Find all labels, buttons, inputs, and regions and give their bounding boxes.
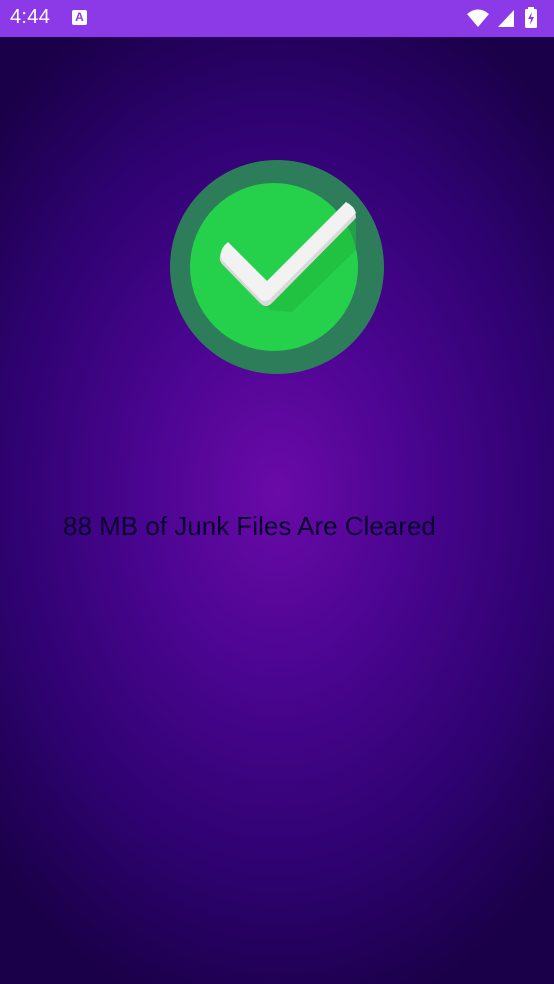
cleanup-result-message: 88 MB of Junk Files Are Cleared xyxy=(63,511,436,541)
battery-charging-icon xyxy=(525,7,537,28)
check-circle-icon xyxy=(170,160,384,374)
cell-signal-icon xyxy=(498,10,514,27)
status-bar: 4:44 A xyxy=(0,0,554,37)
status-icons xyxy=(466,7,546,29)
status-time: 4:44 xyxy=(10,6,51,28)
wifi-icon xyxy=(467,9,489,27)
accessibility-app-icon: A xyxy=(72,10,87,25)
